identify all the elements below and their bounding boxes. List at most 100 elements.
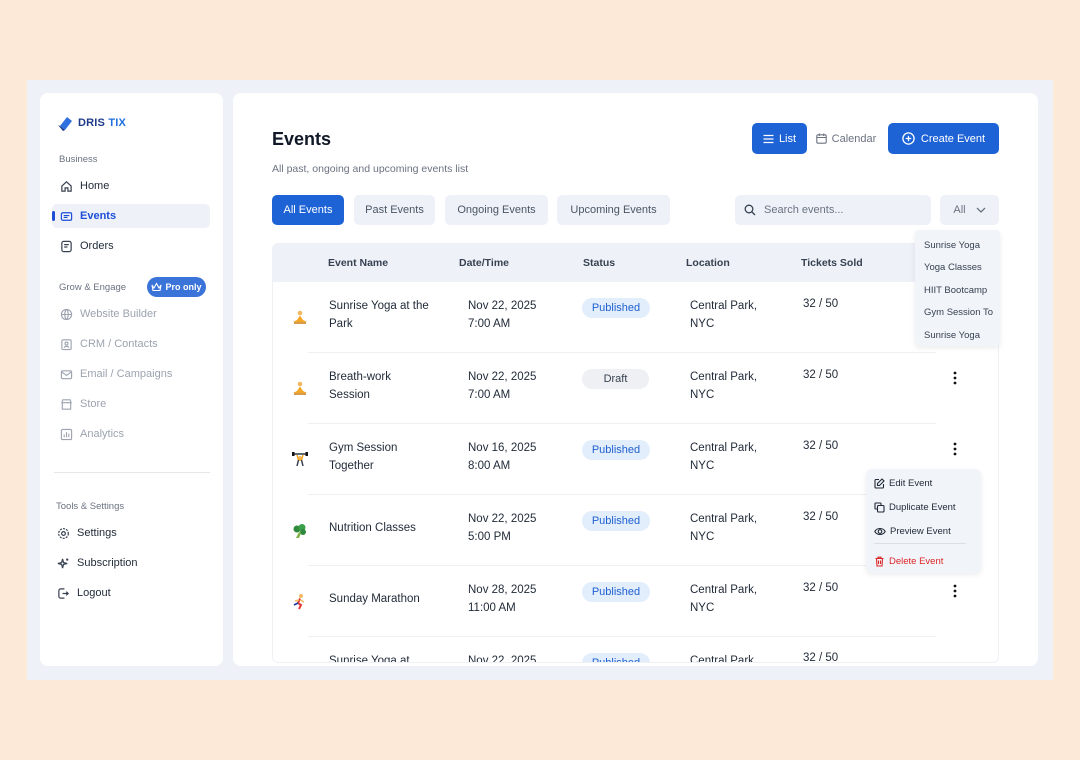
kebab-menu-icon [953,371,957,385]
dropdown-option[interactable]: Gym Session To [915,302,1000,325]
filter-value: All [953,204,966,216]
row-context-menu: Edit Event Duplicate Event Preview Event… [866,469,981,573]
dropdown-option[interactable]: HIIT Bootcamp [915,279,1000,302]
yoga-emoji-icon [293,381,307,395]
sidebar-item-label: Orders [80,240,114,252]
status-badge: Published [582,653,650,662]
sidebar-item-settings[interactable]: Settings [49,521,207,545]
column-header-status[interactable]: Status [583,257,615,269]
events-table: Event Name Date/Time Status Location Tic… [272,243,999,663]
sidebar-item-email[interactable]: Email / Campaigns [52,362,210,386]
list-view-button[interactable]: List [752,123,807,154]
event-date: Nov 22, 2025 [468,655,537,663]
dropdown-option[interactable]: Sunrise Yoga [915,324,1000,347]
filter-select[interactable]: All [940,195,999,225]
event-location: Central Park, NYC [690,300,758,330]
duplicate-icon [874,501,885,513]
event-date: Nov 16, 2025 8:00 AM [468,442,537,472]
tab-ongoing-events[interactable]: Ongoing Events [445,195,548,225]
table-row[interactable]: Sunday Marathon Nov 28, 2025 11:00 AM Pub… [273,566,998,637]
broccoli-emoji-icon [293,524,306,538]
section-label-tools: Tools & Settings [56,501,125,512]
sidebar-item-home[interactable]: Home [52,174,210,198]
delete-event-menu-item[interactable]: Delete Event [874,552,943,570]
status-badge: Published [582,511,650,531]
event-location: Central Park, NYC [690,513,758,543]
status-badge: Published [582,582,650,602]
tickets-sold: 32 / 50 [803,440,839,452]
sidebar-item-website-builder[interactable]: Website Builder [52,302,210,326]
sidebar-item-subscription[interactable]: Subscription [49,551,207,575]
dropdown-option[interactable]: Sunrise Yoga [915,234,1000,257]
section-label-grow: Grow & Engage [59,282,127,293]
duplicate-event-menu-item[interactable]: Duplicate Event [874,498,956,516]
edit-event-menu-item[interactable]: Edit Event [874,474,932,492]
dropdown-option[interactable]: Yoga Classes [915,257,1000,280]
column-header-location[interactable]: Location [686,257,730,269]
event-name: Nutrition Classes [329,522,416,534]
logout-icon [58,587,69,599]
sidebar-item-label: Store [80,398,107,410]
menu-separator [874,543,966,544]
sidebar-item-label: Logout [77,587,111,599]
tickets-sold: 32 / 50 [803,511,839,523]
search-icon [744,204,756,216]
runner-emoji-icon [293,594,305,610]
row-actions-button[interactable] [945,369,965,387]
event-name: Sunrise Yoga at [329,655,410,663]
home-icon [61,180,72,192]
status-badge: Published [582,298,650,318]
table-row[interactable]: Sunrise Yoga at Nov 22, 2025 Published C… [273,637,998,663]
tickets-sold: 32 / 50 [803,652,839,663]
column-header-event-name[interactable]: Event Name [328,257,388,269]
calendar-view-button[interactable]: Calendar [811,123,881,154]
row-actions-button[interactable] [945,582,965,600]
row-actions-button[interactable] [945,440,965,458]
sidebar-item-events[interactable]: Events [52,204,210,228]
table-row[interactable]: Breath-work Session Nov 22, 2025 7:00 AM … [273,353,998,424]
preview-event-menu-item[interactable]: Preview Event [874,522,951,540]
sidebar-item-orders[interactable]: Orders [52,234,210,258]
sidebar: DRIS TIX Business Home Events Orders Gro… [40,93,223,666]
sidebar-item-logout[interactable]: Logout [49,581,207,605]
ticket-icon [60,211,73,221]
sidebar-item-store[interactable]: Store [52,392,210,416]
sidebar-item-crm[interactable]: CRM / Contacts [52,332,210,356]
tab-all-events[interactable]: All Events [272,195,344,225]
sidebar-item-analytics[interactable]: Analytics [52,422,210,446]
search-input[interactable] [764,204,914,216]
trash-icon [875,556,884,567]
create-event-button[interactable]: Create Event [888,123,999,154]
tickets-sold: 32 / 50 [803,298,839,310]
table-row[interactable]: Sunrise Yoga at the Park Nov 22, 2025 7:0… [273,282,998,353]
column-header-date[interactable]: Date/Time [459,257,509,269]
chevron-down-icon [976,207,986,213]
sidebar-item-label: Settings [77,527,117,539]
main-panel: Events All past, ongoing and upcoming ev… [233,93,1038,666]
tab-past-events[interactable]: Past Events [354,195,435,225]
pro-only-badge: Pro only [147,277,206,297]
column-header-tickets[interactable]: Tickets Sold [801,257,863,269]
event-name: Gym Session Together [329,442,398,472]
gear-icon [58,527,69,539]
ticket-logo-icon [58,117,72,131]
event-location: Central Park, NYC [690,584,758,614]
sidebar-item-label: Website Builder [80,308,157,320]
page-title: Events [272,129,332,149]
kebab-menu-icon [953,584,957,598]
yoga-emoji-icon [293,310,307,324]
mail-icon [60,369,73,379]
sidebar-divider [54,472,210,473]
crown-icon [151,282,163,292]
tab-upcoming-events[interactable]: Upcoming Events [557,195,670,225]
globe-icon [60,308,73,320]
event-date: Nov 22, 2025 5:00 PM [468,513,537,543]
sidebar-item-label: Analytics [80,428,125,440]
event-name: Sunday Marathon [329,593,420,605]
section-label-business: Business [59,154,98,165]
event-name: Breath-work Session [329,371,391,401]
status-badge: Published [582,440,650,460]
brand-logo[interactable]: DRIS TIX [57,114,126,132]
sparkle-icon [57,557,69,568]
calendar-icon [815,133,827,144]
